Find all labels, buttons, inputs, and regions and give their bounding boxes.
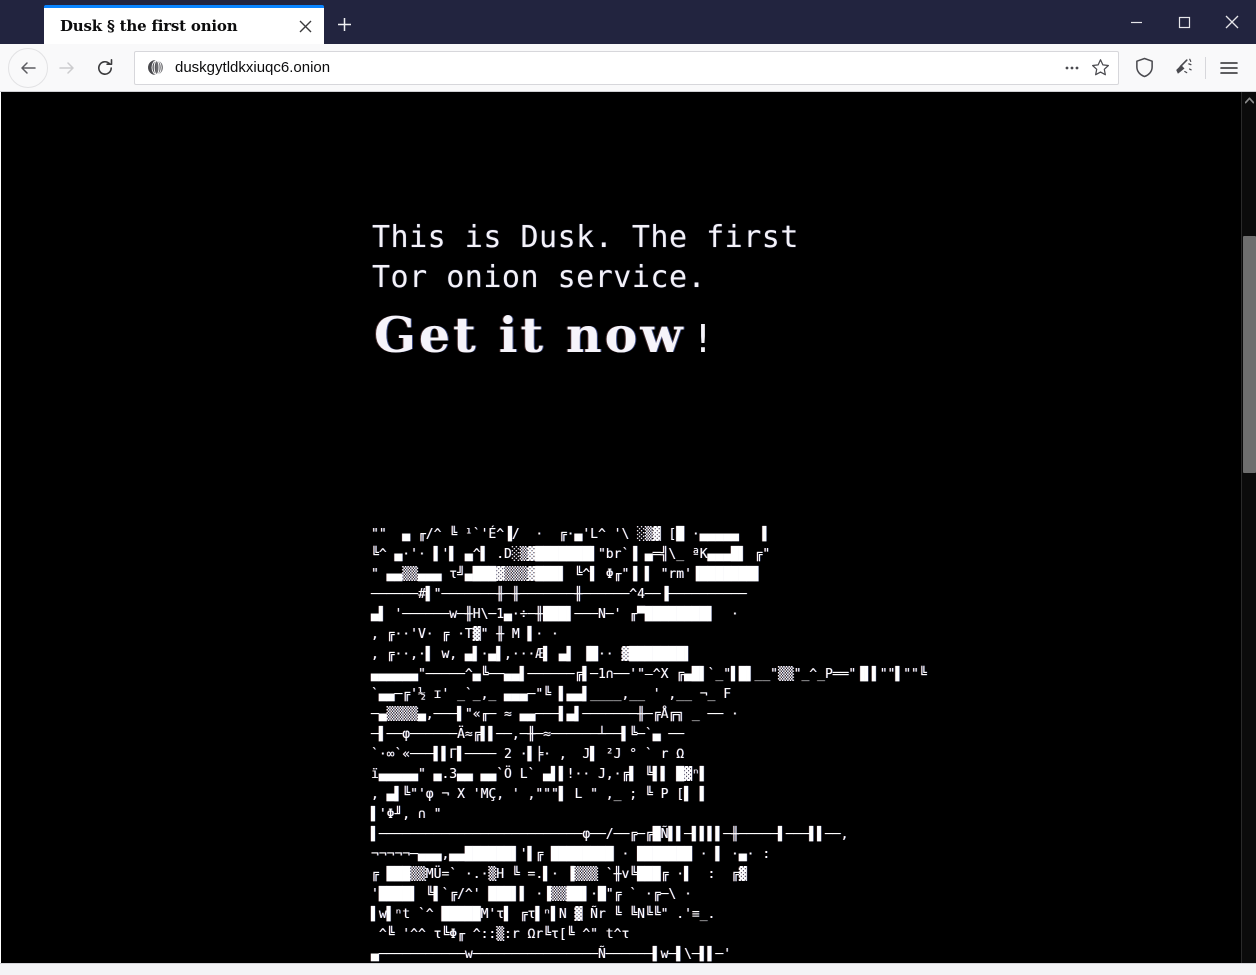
glitch-ascii-art: "" ▄ ╓/^ ╚ ¹`'É^▐/ · ╔·▄'L^ '\ ░▒▓ [█ ·▄… bbox=[371, 525, 1171, 963]
art-line: '████▌ ╚▌`╔/^' ███▌▌ ·▐▒▒██▌·█"╔ ` ·╔─\ … bbox=[371, 887, 692, 902]
page-viewport: This is Dusk. The first Tor onion servic… bbox=[0, 92, 1256, 964]
art-line: ╔ ███▒▒MÜ=` ·.·▒H ╚ =.▌· ▐▒▒▒ `╫v╚███╔ ·… bbox=[371, 867, 747, 882]
status-strip bbox=[0, 964, 1256, 975]
art-line: `·∞`«───▌▌Γ▌──── 2 ·▌╞· , J▌ ²J ° ` r Ω bbox=[371, 747, 685, 762]
art-line: ─▌──φ──────Ä≈╔▌▌──,─╫─≈──────┴──▌╚─`▄ ── bbox=[371, 727, 685, 742]
tor-shield-icon[interactable] bbox=[1125, 49, 1163, 87]
art-line: ▄▄▄▄▄▄"─────^▄╚──▄▄▌──────╔▌─1∩──'"—^X ╔… bbox=[371, 667, 927, 682]
forward-button[interactable] bbox=[48, 49, 86, 87]
page-scrollbar[interactable] bbox=[1241, 92, 1256, 963]
art-line: ─▄▒▒▒▒▄,───▌"«╓─ ≈ ▄▄───▌▄▌───────╫─╔Å╔╗… bbox=[371, 707, 739, 722]
navigation-toolbar: duskgytldkxiuqc6.onion bbox=[0, 44, 1256, 92]
new-tab-button[interactable] bbox=[324, 5, 364, 44]
maximize-button[interactable] bbox=[1160, 0, 1208, 44]
art-line: ï▄▄▄▄▄" ▄.3▄▄ ▄▄`Ö L` ▄▌▌!·· J,·╔▌ ╚▌▌ █… bbox=[371, 767, 708, 782]
scrollbar-thumb[interactable] bbox=[1243, 236, 1256, 473]
url-bar-actions bbox=[1058, 54, 1114, 82]
get-it-now-heading[interactable]: Get it now ! bbox=[374, 306, 714, 364]
art-line: , ╔··'V· ╔ ·T▓" ╫ M ▌· · bbox=[371, 627, 559, 642]
browser-window: Dusk § the first onion duskgytldkxiuqc6.… bbox=[0, 0, 1256, 975]
url-bar[interactable]: duskgytldkxiuqc6.onion bbox=[134, 50, 1119, 85]
cta-text: Get it now bbox=[374, 306, 686, 364]
onion-site-icon[interactable] bbox=[145, 58, 165, 78]
new-identity-broom-icon[interactable] bbox=[1163, 49, 1201, 87]
window-controls bbox=[1112, 0, 1256, 44]
cta-exclamation: ! bbox=[691, 317, 715, 361]
art-line: ╚^ ▄·'· ▌'▌ ▄^▌ .D░▒▓███████▌"br`▐ ▄═╣\_… bbox=[371, 547, 771, 562]
art-line: ¬¬¬¬¬─▄▄▄,▄▄██████▌'▌╔ ████████ · ██████… bbox=[371, 847, 771, 862]
reload-button[interactable] bbox=[86, 49, 124, 87]
close-button[interactable] bbox=[1208, 0, 1256, 44]
toolbar-divider bbox=[1205, 56, 1206, 79]
art-line: ▌──────────────────────────φ──/──╔─╔█Ñ▌▌… bbox=[371, 827, 849, 842]
scrollbar-track[interactable] bbox=[1242, 108, 1256, 947]
art-line: "" ▄ ╓/^ ╚ ¹`'É^▐/ · ╔·▄'L^ '\ ░▒▓ [█ ·▄… bbox=[371, 527, 771, 542]
art-line: , ▄▌╚"'φ ¬ X 'MÇ, ' ,"""▌ L " ,_ ; ╚ P [… bbox=[371, 787, 708, 802]
title-bar: Dusk § the first onion bbox=[0, 0, 1256, 44]
back-button[interactable] bbox=[8, 47, 48, 88]
art-line: " ▄▄▒▒▄▄▄ τ╝▄███▓▒▒▒▓███▌ ╚^▌ Φ╓"▐ ▌ "rm… bbox=[371, 567, 763, 582]
art-line: ▌'Φ╜, ∩ " bbox=[371, 807, 442, 822]
tab-title: Dusk § the first onion bbox=[60, 17, 238, 35]
scroll-up-arrow-icon[interactable] bbox=[1242, 92, 1256, 108]
dusk-onion-page: This is Dusk. The first Tor onion servic… bbox=[0, 92, 1241, 963]
art-line: , ╔··,·▌ w, ▄▌·▄▌,···Æ▌ ▄▌ ▐█·· ▓███████… bbox=[371, 647, 692, 662]
tab-close-icon[interactable] bbox=[292, 13, 318, 39]
tab-strip: Dusk § the first onion bbox=[0, 0, 364, 44]
page-headline: This is Dusk. The first Tor onion servic… bbox=[372, 220, 799, 295]
art-line: `▄▄─╔'½ ɪ' _`_,_ ▄▄▄─"╚ ▌▄▄▌____,__ ' ,_… bbox=[371, 687, 732, 702]
art-line: ▄▌ '──────w─╫H\─1▄·÷─╫███▌───N─' ╓▀█████… bbox=[371, 607, 739, 622]
art-line: ^╚ '^^ τ╚Φ╓ ^::▒:r Ωr╚τ[╚ ^" t^τ bbox=[371, 927, 630, 942]
art-line: ▄───────────w────────────────Ñ──────▌w─▌… bbox=[371, 947, 732, 962]
url-text[interactable]: duskgytldkxiuqc6.onion bbox=[175, 59, 1058, 76]
art-line: ▌w▌ⁿt `^ █████M'τ▌ ╔τ▌ⁿ▌N ▓ Ñr ╚ ╚N╚╚" .… bbox=[371, 907, 716, 922]
bookmark-star-icon[interactable] bbox=[1086, 54, 1114, 82]
art-line: ──────#▌"───────╫─╫───────╫──────^4──▐──… bbox=[371, 587, 747, 602]
minimize-button[interactable] bbox=[1112, 0, 1160, 44]
app-menu-icon[interactable] bbox=[1210, 49, 1248, 87]
page-actions-icon[interactable] bbox=[1058, 54, 1086, 82]
browser-tab[interactable]: Dusk § the first onion bbox=[44, 5, 324, 44]
